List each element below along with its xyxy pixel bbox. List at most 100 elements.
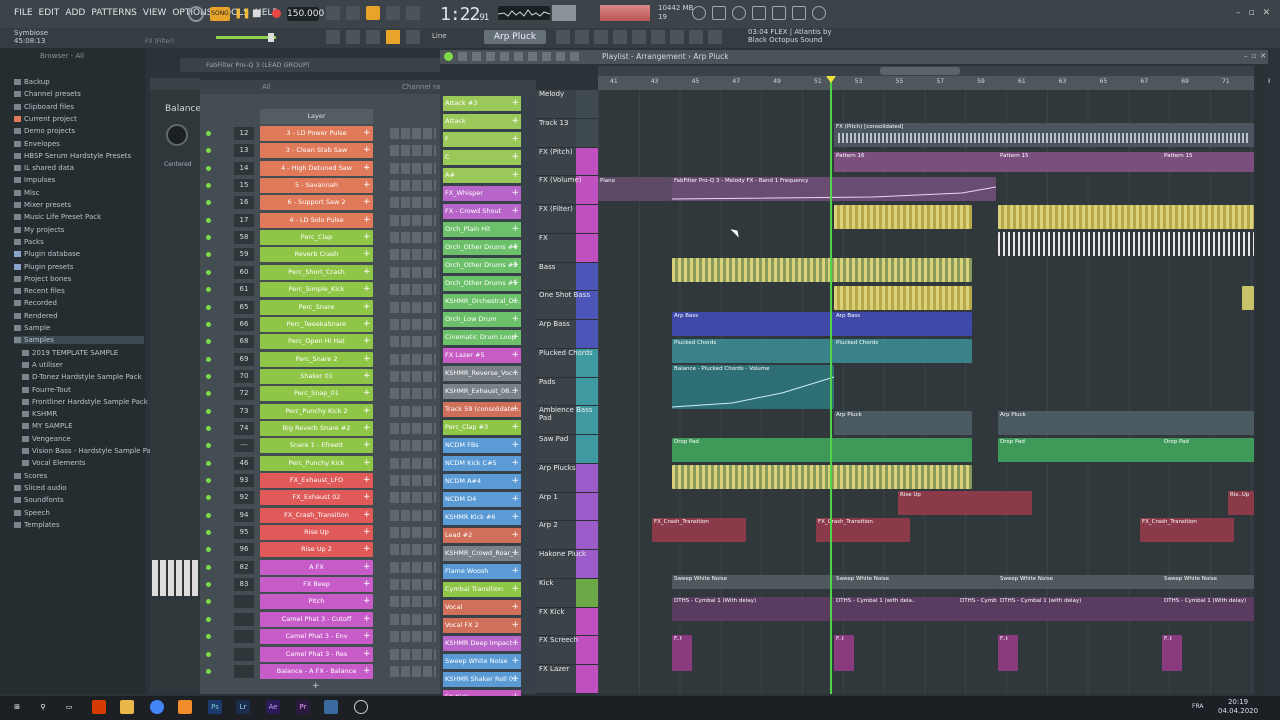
chrome-icon[interactable] (150, 700, 164, 714)
chat-icon[interactable] (812, 6, 826, 20)
channel-name-button[interactable]: Perc_Snare (260, 299, 373, 315)
pattern-list-item[interactable]: Orch_Other Drums #5 + (443, 276, 521, 291)
clip-ft-3[interactable]: F..t (998, 635, 1018, 671)
step-sequencer[interactable] (390, 475, 436, 486)
after-effects-icon[interactable]: Ae (266, 700, 280, 714)
pattern-list-item[interactable]: Orch_Other Drums #4 + (443, 240, 521, 255)
channel-mixer-track[interactable]: 61 (234, 283, 254, 297)
step-sequencer[interactable] (390, 457, 436, 469)
clip-ft-1[interactable]: F..t (672, 635, 692, 671)
channel-name-button[interactable]: FX_Crash_Transition (260, 507, 373, 523)
clip-arp-pluck-1[interactable]: Arp Pluck (834, 411, 972, 435)
browser-item[interactable]: Vengeance (22, 435, 71, 443)
browser-item[interactable]: HBSP Serum Hardstyle Presets (14, 152, 131, 160)
play-button[interactable]: ❚❚ (234, 6, 251, 22)
pattern-list-item[interactable]: A# + (443, 168, 521, 183)
browser-item[interactable]: Impulses (14, 176, 55, 184)
clip-sweep-3[interactable]: Sweep White Noise (998, 575, 1162, 589)
channel-name-button[interactable]: Reverb Crash (260, 247, 373, 263)
pattern-list-item[interactable]: NCDM A#4 + (443, 474, 521, 489)
browser-item[interactable]: Sliced audio (14, 484, 67, 492)
channel-mixer-track[interactable]: 74 (234, 421, 254, 435)
pattern-add-icon[interactable]: + (511, 510, 519, 525)
browser-item[interactable]: Frontliner Hardstyle Sample Pack (22, 398, 148, 406)
countdown-icon[interactable] (366, 6, 380, 20)
track-header[interactable]: Arp 2 (536, 521, 598, 551)
channel-name-button[interactable]: Perc_Snare 2 (260, 351, 373, 367)
step-sequencer[interactable] (390, 336, 436, 348)
channel-mixer-track[interactable]: 65 (234, 300, 254, 314)
zoom-tool-icon[interactable] (556, 52, 565, 61)
pattern-add-icon[interactable]: + (511, 276, 519, 291)
browser-item[interactable]: Vision Bass - Hardstyle Sample Pack (22, 447, 159, 455)
channel-led[interactable] (206, 235, 211, 241)
channel-add-icon[interactable]: + (363, 369, 371, 384)
clip-sweep-2[interactable]: Sweep White Noise (834, 575, 998, 589)
clip-cymbal-3[interactable]: DTHS - Cymb (958, 597, 998, 621)
song-mode-button[interactable]: SONG (210, 7, 230, 21)
browser-icon[interactable] (632, 30, 646, 44)
channel-add-icon[interactable]: + (363, 404, 371, 419)
channel-add-icon[interactable]: + (363, 473, 371, 488)
clip-one-shot-bass-2[interactable] (1242, 286, 1254, 310)
step-sequencer[interactable] (390, 249, 436, 261)
channel-mixer-track[interactable]: 59 (234, 248, 254, 262)
pattern-add-icon[interactable]: + (511, 420, 519, 435)
fl-studio-icon[interactable] (178, 700, 192, 714)
pattern-list-item[interactable]: Lead #2 + (443, 528, 521, 543)
pattern-add-icon[interactable]: + (511, 546, 519, 561)
channel-add-icon[interactable]: + (363, 230, 371, 245)
channel-add-icon[interactable]: + (363, 664, 371, 679)
stop-button[interactable]: ■ (252, 6, 264, 22)
pattern-selector[interactable]: Arp Pluck (484, 30, 546, 44)
channel-mixer-track[interactable]: --- (234, 439, 254, 453)
arrow-icon[interactable] (346, 30, 360, 44)
obs-icon[interactable] (354, 700, 368, 714)
track-header[interactable]: FX (Filter) (536, 205, 598, 234)
step-sequencer[interactable] (390, 266, 436, 278)
browser-item[interactable]: Samples (14, 336, 144, 345)
pattern-list-item[interactable]: Orch_Low Drum + (443, 312, 521, 327)
clip-plucked-chords-1[interactable]: Plucked Chords (672, 339, 834, 363)
browser-item[interactable]: Speech (14, 509, 50, 517)
track-header[interactable]: Pads (536, 377, 598, 407)
browser-item[interactable]: IL shared data (14, 164, 74, 172)
channel-mixer-track[interactable]: 94 (234, 508, 254, 522)
step-sequencer[interactable] (390, 197, 436, 209)
channel-name-button[interactable]: Perc_Punchy Kick 2 (260, 403, 373, 419)
track-header[interactable]: Ambience Bass Pad (536, 406, 598, 436)
browser-item[interactable]: Sample (14, 324, 50, 332)
pattern-add-icon[interactable]: + (511, 294, 519, 309)
channel-add-icon[interactable]: + (363, 161, 371, 176)
channel-add-icon[interactable]: + (363, 577, 371, 592)
channel-add-icon[interactable]: + (363, 195, 371, 210)
channel-led[interactable] (206, 408, 211, 414)
track-header[interactable]: FX (Volume) (536, 176, 598, 206)
channel-mixer-track[interactable] (234, 595, 254, 609)
help-icon[interactable] (752, 6, 766, 20)
mixer-icon[interactable] (613, 30, 627, 44)
pattern-add-icon[interactable]: + (511, 204, 519, 219)
select-tool-icon[interactable] (542, 52, 551, 61)
pattern-add-icon[interactable]: + (511, 330, 519, 345)
channel-mixer-track[interactable] (234, 612, 254, 626)
pattern-list-item[interactable]: C + (443, 150, 521, 165)
pattern-add-icon[interactable]: + (511, 186, 519, 201)
pattern-add-icon[interactable]: + (511, 312, 519, 327)
pattern-add-icon[interactable]: + (511, 402, 519, 417)
playlist-window-controls[interactable]: –▫✕ (1244, 52, 1270, 60)
browser-item[interactable]: Misc (14, 189, 39, 197)
browser-item[interactable]: A utiliser (22, 361, 63, 369)
channel-mixer-track[interactable]: 46 (234, 456, 254, 470)
channel-name-button[interactable]: Snare 1 - Efreett (260, 438, 373, 454)
pattern-list-item[interactable]: Track 59 (consolidate... + (443, 402, 521, 417)
pattern-add-icon[interactable]: + (511, 456, 519, 471)
clip-fx-pitch[interactable]: FX (Pitch) [consolidated] (834, 123, 1254, 147)
channel-add-icon[interactable]: + (363, 629, 371, 644)
browser-item[interactable]: Vocal Elements (22, 459, 85, 467)
file-explorer-icon[interactable] (120, 700, 134, 714)
track-header[interactable]: FX (536, 233, 598, 263)
track-header[interactable]: Arp 1 (536, 492, 598, 522)
stamp-icon[interactable] (406, 30, 420, 44)
clip-fx-filter-2[interactable] (998, 205, 1254, 229)
